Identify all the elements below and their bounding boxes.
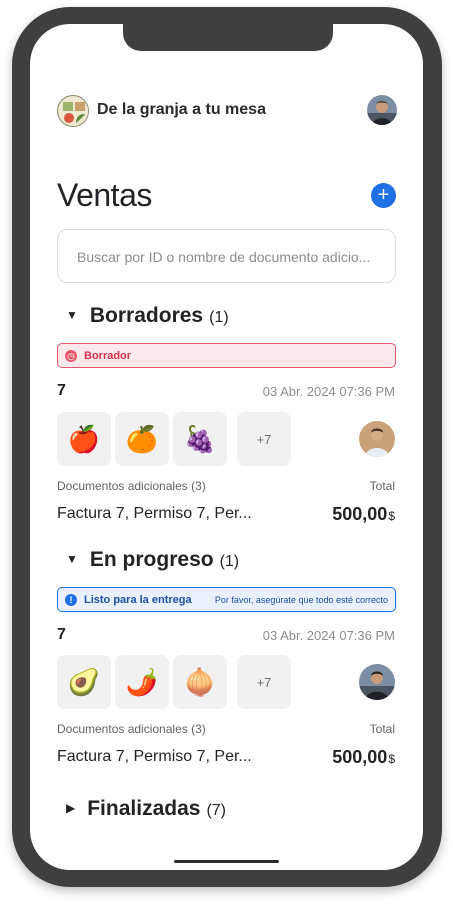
order-total: 500,00$ — [332, 747, 395, 767]
customer-avatar[interactable] — [359, 421, 395, 457]
onion-icon: 🧅 — [183, 666, 217, 697]
order-id[interactable]: 7 — [57, 626, 66, 644]
order-total: 500,00$ — [332, 504, 395, 524]
section-count: (7) — [206, 802, 226, 819]
total-label: Total — [369, 722, 395, 736]
product-thumb[interactable]: 🍇 — [173, 412, 227, 466]
caret-down-icon: ▼ — [66, 552, 78, 566]
search-placeholder: Buscar por ID o nombre de documento adic… — [77, 249, 371, 265]
section-title: En progreso — [89, 548, 214, 571]
status-label: Borrador — [84, 349, 132, 362]
docs-list[interactable]: Factura 7, Permiso 7, Per... — [57, 505, 257, 523]
section-count: (1) — [219, 553, 240, 570]
section-title: Finalizadas — [87, 797, 201, 820]
brand-logo[interactable] — [57, 95, 89, 127]
product-thumb[interactable]: 🍊 — [115, 412, 169, 466]
section-count: (1) — [209, 309, 229, 326]
info-icon: ! — [65, 593, 77, 606]
chili-pepper-icon: 🌶️ — [125, 666, 159, 697]
more-products-button[interactable]: +7 — [237, 412, 291, 466]
user-avatar[interactable] — [367, 95, 397, 125]
phone-notch — [123, 24, 333, 51]
grapes-icon: 🍇 — [183, 423, 217, 454]
status-label: Listo para la entrega — [84, 593, 192, 606]
docs-label: Documentos adicionales (3) — [57, 479, 206, 493]
status-note: Por favor, asegúrate que todo esté corre… — [214, 594, 388, 605]
customer-avatar[interactable] — [359, 664, 395, 700]
caret-right-icon: ▶ — [66, 801, 76, 815]
section-header-in-progress[interactable]: ▼ En progreso (1) — [66, 548, 239, 572]
product-thumb[interactable]: 🌶️ — [115, 655, 169, 709]
apple-icon: 🍎 — [67, 423, 101, 454]
avocado-icon: 🥑 — [67, 666, 101, 697]
product-thumb[interactable]: 🥑 — [57, 655, 111, 709]
orange-icon: 🍊 — [125, 423, 159, 454]
section-header-drafts[interactable]: ▼ Borradores (1) — [66, 304, 229, 328]
search-input[interactable]: Buscar por ID o nombre de documento adic… — [57, 229, 396, 283]
caret-down-icon: ▼ — [66, 308, 78, 322]
section-title: Borradores — [89, 304, 204, 327]
section-header-finished[interactable]: ▶ Finalizadas (7) — [66, 797, 226, 821]
order-date: 03 Abr. 2024 07:36 PM — [262, 628, 395, 643]
total-label: Total — [369, 479, 395, 493]
order-date: 03 Abr. 2024 07:36 PM — [262, 384, 395, 399]
product-thumb[interactable]: 🧅 — [173, 655, 227, 709]
home-indicator[interactable] — [174, 860, 279, 863]
docs-label: Documentos adicionales (3) — [57, 722, 206, 736]
order-id[interactable]: 7 — [57, 382, 66, 400]
add-sale-button[interactable]: + — [371, 183, 396, 208]
product-thumb[interactable]: 🍎 — [57, 412, 111, 466]
status-badge-draft: ◷ Borrador — [57, 343, 396, 368]
status-badge-ready: ! Listo para la entrega Por favor, asegú… — [57, 587, 396, 612]
page-title: Ventas — [57, 177, 152, 213]
docs-list[interactable]: Factura 7, Permiso 7, Per... — [57, 748, 257, 766]
clock-icon: ◷ — [65, 349, 77, 362]
more-products-button[interactable]: +7 — [237, 655, 291, 709]
brand-title: De la granja a tu mesa — [97, 101, 266, 118]
plus-icon: + — [377, 184, 390, 206]
